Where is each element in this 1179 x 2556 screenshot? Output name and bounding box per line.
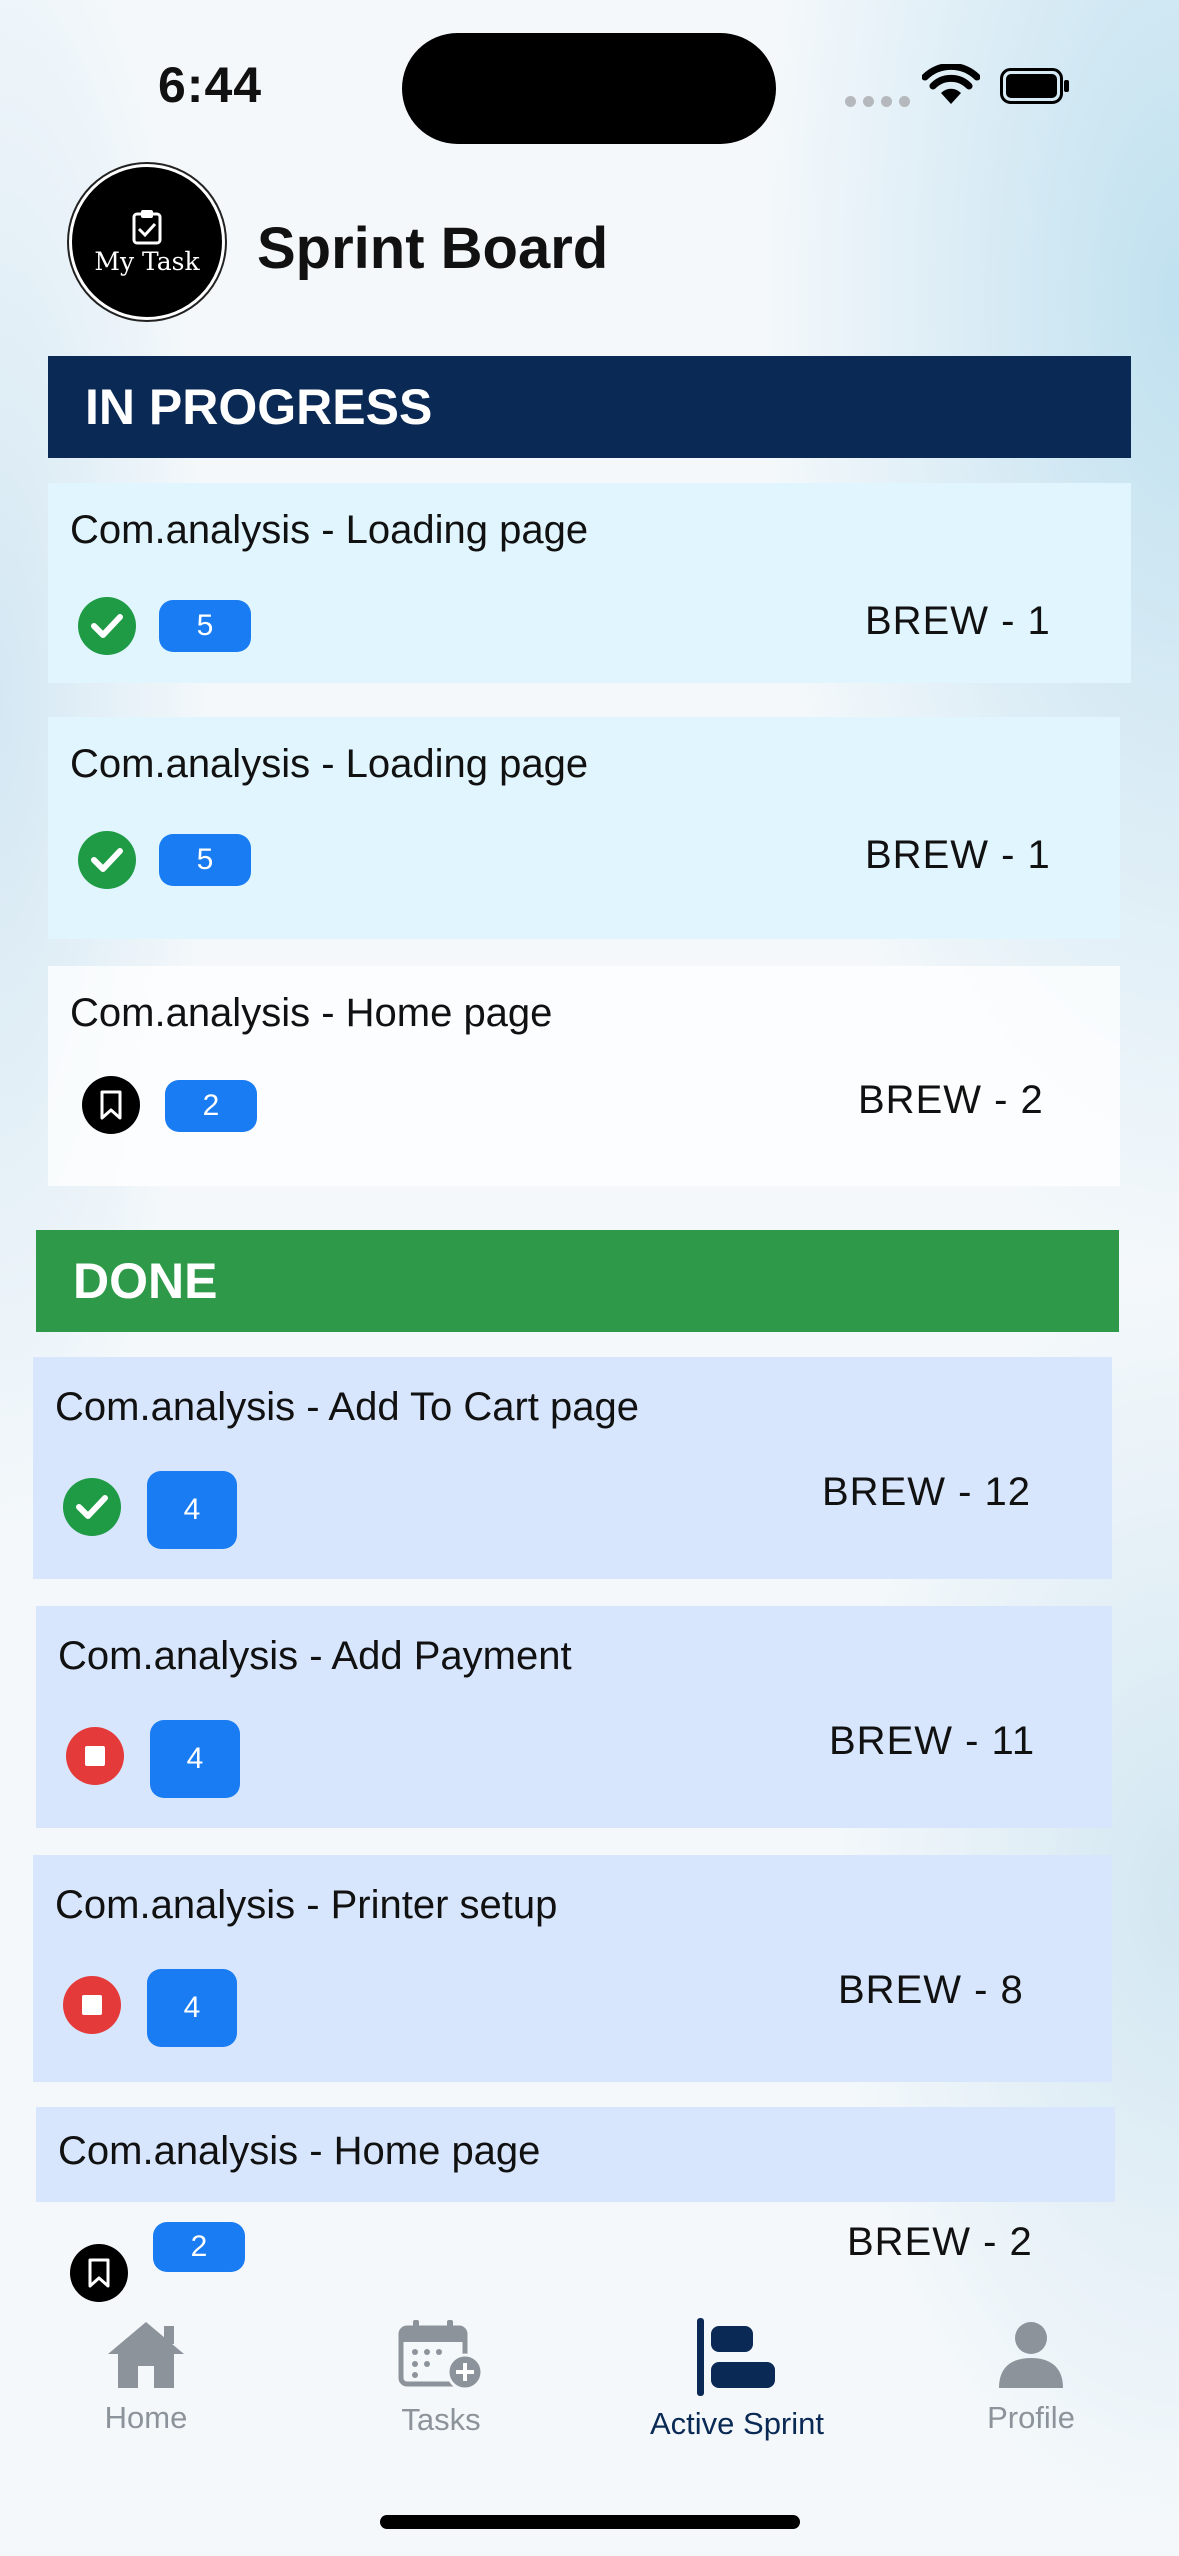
task-id: BREW - 1	[865, 833, 1051, 877]
task-card[interactable]: Com.analysis - Loading page 5 BREW - 1	[48, 483, 1131, 683]
tab-tasks[interactable]: Tasks	[321, 2318, 561, 2438]
task-title: Com.analysis - Home page	[70, 991, 553, 1035]
task-card[interactable]: Com.analysis - Loading page 5 BREW - 1	[48, 717, 1120, 939]
task-id: BREW - 12	[822, 1470, 1032, 1514]
home-icon	[108, 2322, 184, 2388]
cellular-signal-icon	[845, 96, 910, 107]
task-card[interactable]: Com.analysis - Printer setup 4 BREW - 8	[33, 1855, 1112, 2082]
story-points-badge: 5	[159, 600, 251, 652]
story-points-badge: 4	[147, 1471, 237, 1549]
section-header-done: DONE	[36, 1230, 1119, 1332]
task-card[interactable]: Com.analysis - Add Payment 4 BREW - 11	[36, 1606, 1112, 1828]
task-id: BREW - 8	[838, 1968, 1024, 2012]
tab-label: Tasks	[401, 2402, 481, 2437]
task-title: Com.analysis - Add To Cart page	[55, 1385, 640, 1429]
task-id: BREW - 11	[829, 1719, 1036, 1763]
page-title: Sprint Board	[257, 216, 609, 281]
calendar-add-icon	[398, 2320, 484, 2391]
task-title: Com.analysis - Add Payment	[58, 1634, 572, 1678]
check-circle-icon	[78, 831, 136, 889]
bookmark-icon	[82, 1076, 140, 1134]
task-card[interactable]: Com.analysis - Home page 2 BREW - 2	[48, 966, 1120, 1186]
home-indicator[interactable]	[380, 2515, 800, 2529]
check-circle-icon	[63, 1478, 121, 1536]
status-time: 6:44	[158, 57, 263, 113]
section-header-in-progress: IN PROGRESS	[48, 356, 1131, 458]
sprint-board-icon	[697, 2318, 775, 2396]
tab-active-sprint[interactable]: Active Sprint	[617, 2318, 857, 2442]
story-points-badge: 2	[165, 1080, 257, 1132]
task-title: Com.analysis - Printer setup	[55, 1883, 558, 1927]
logo-text: My Task	[94, 246, 200, 276]
task-id: BREW - 1	[865, 599, 1051, 643]
task-id: BREW - 2	[858, 1078, 1044, 1122]
story-points-badge: 4	[150, 1720, 240, 1798]
wifi-icon	[922, 64, 980, 104]
task-title: Com.analysis - Loading page	[70, 742, 589, 786]
battery-icon	[1000, 68, 1069, 104]
check-circle-icon	[78, 597, 136, 655]
story-points-badge: 2	[153, 2222, 245, 2272]
task-title: Com.analysis - Loading page	[70, 508, 589, 552]
tab-label: Active Sprint	[649, 2406, 824, 2441]
stop-circle-icon	[66, 1727, 124, 1785]
tab-home[interactable]: Home	[26, 2318, 266, 2436]
tab-label: Profile	[987, 2400, 1075, 2435]
person-icon	[999, 2322, 1063, 2388]
bookmark-icon	[70, 2244, 128, 2302]
dynamic-island	[402, 33, 776, 144]
tab-profile[interactable]: Profile	[911, 2318, 1151, 2436]
stop-circle-icon	[63, 1976, 121, 2034]
task-card[interactable]: Com.analysis - Add To Cart page 4 BREW -…	[33, 1357, 1112, 1579]
clipboard-check-icon	[132, 209, 162, 244]
task-id: BREW - 2	[847, 2220, 1033, 2264]
story-points-badge: 5	[159, 834, 251, 886]
task-card[interactable]: Com.analysis - Home page 2 BREW - 2	[36, 2107, 1115, 2302]
app-logo: My Task	[69, 164, 225, 320]
task-title: Com.analysis - Home page	[58, 2129, 541, 2173]
story-points-badge: 4	[147, 1969, 237, 2047]
tab-label: Home	[104, 2400, 188, 2435]
